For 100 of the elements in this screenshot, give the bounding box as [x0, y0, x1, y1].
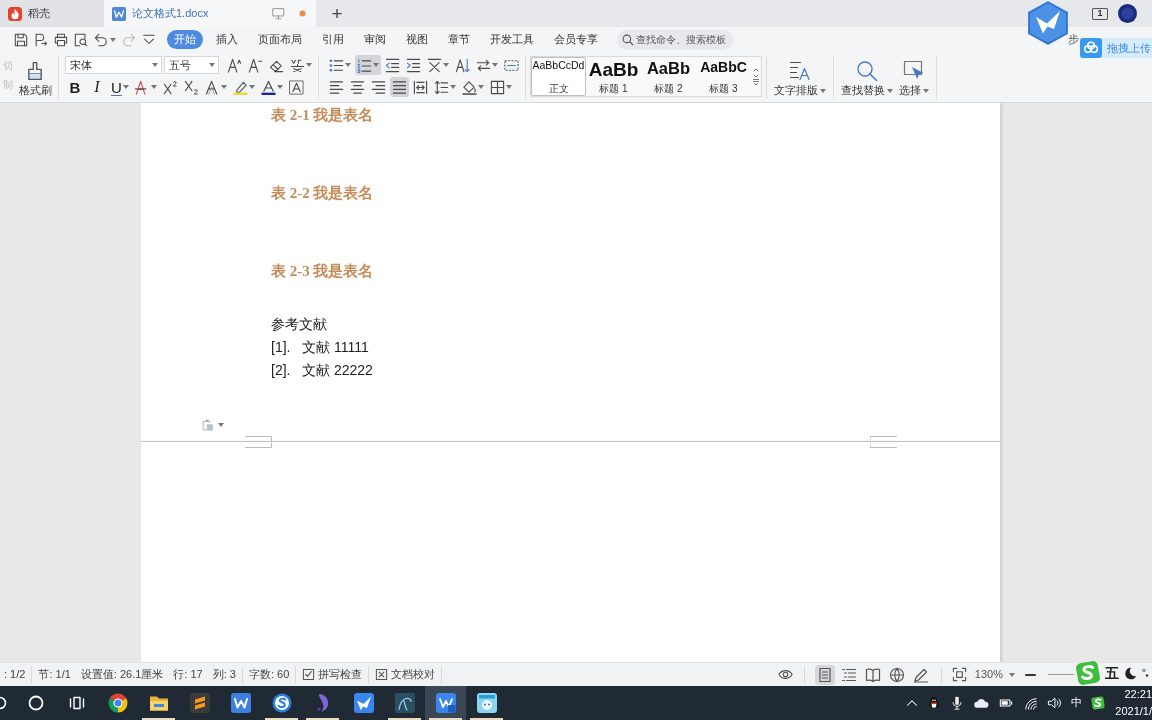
ring-icon[interactable]	[0, 695, 8, 711]
fit-page-icon[interactable]	[951, 667, 967, 682]
style-option[interactable]: AaBb 标题 2	[641, 57, 696, 96]
taskbar-button[interactable]	[425, 686, 466, 720]
caret-icon[interactable]	[478, 85, 484, 89]
status-field: : 1/2	[4, 667, 26, 682]
tool-label: 选择	[899, 85, 921, 96]
wifi-icon[interactable]	[1023, 696, 1038, 710]
clock-time[interactable]: 22:21	[1124, 688, 1152, 702]
caret-icon[interactable]	[492, 63, 498, 67]
curve-app-icon	[394, 693, 415, 713]
caret-icon[interactable]	[218, 423, 224, 427]
numbered-list-button[interactable]	[355, 55, 381, 75]
zoom-level-button[interactable]: 130%	[974, 669, 1015, 680]
caret-icon[interactable]	[122, 85, 129, 89]
minus-icon[interactable]	[1025, 672, 1036, 677]
status-field: 字数: 60	[248, 667, 290, 682]
bold-button[interactable]: B	[65, 77, 85, 97]
ribbon-tab[interactable]: 开发工具	[483, 30, 541, 49]
italic-button[interactable]: I	[87, 77, 107, 97]
ribbon-tab[interactable]: 章节	[441, 30, 477, 49]
grow-font-icon	[227, 57, 242, 73]
caret-icon[interactable]	[450, 85, 456, 89]
window-tab[interactable]: 稻壳	[0, 0, 104, 27]
pencil-icon	[912, 666, 929, 683]
moon-icon[interactable]	[1124, 666, 1137, 680]
pinyin-icon	[290, 57, 305, 73]
caret-icon[interactable]	[209, 63, 215, 67]
caret-icon[interactable]	[110, 37, 116, 42]
font-name-field[interactable]: 宋体	[65, 56, 162, 74]
spell-check-button[interactable]: 拼写检查	[302, 668, 363, 681]
window-tab[interactable]: 论文格式1.docx	[104, 0, 316, 27]
proofread-check-button[interactable]: 文档校对	[375, 668, 436, 681]
battery-icon[interactable]	[998, 696, 1014, 710]
table-caption: 表 2-1 我是表名	[271, 106, 375, 125]
export-icon[interactable]	[34, 32, 48, 47]
ribbon-tab[interactable]: 页面布局	[251, 30, 309, 49]
clock-date[interactable]: 2021/1/	[1115, 704, 1152, 718]
caret-icon[interactable]	[373, 63, 379, 67]
input-language[interactable]: 中	[1071, 696, 1082, 710]
ime-mode-button[interactable]: 五	[1105, 664, 1119, 682]
indent-icon	[406, 57, 421, 73]
select-button[interactable]: 选择	[896, 55, 932, 99]
cortana-icon[interactable]	[27, 695, 44, 711]
caret-icon[interactable]	[220, 85, 227, 89]
avatar-icon[interactable]	[1118, 4, 1137, 23]
style-option[interactable]: AaBb 标题 1	[586, 57, 641, 96]
ribbon-tab[interactable]: 视图	[399, 30, 435, 49]
caret-icon[interactable]	[276, 85, 283, 89]
style-option[interactable]: AaBbC 标题 3	[696, 57, 751, 96]
ribbon-tab[interactable]: 插入	[209, 30, 245, 49]
ribbon-tab[interactable]: 引用	[315, 30, 351, 49]
font-size-field[interactable]: 五号	[164, 56, 219, 74]
search-icon	[856, 60, 878, 83]
border-grid-icon	[490, 79, 505, 95]
text-layout-icon	[789, 60, 811, 83]
caret-icon[interactable]	[345, 63, 351, 67]
chevron-down-icon[interactable]	[142, 32, 156, 47]
text-layout-button[interactable]: 文字排版	[771, 55, 829, 99]
paint-bucket-icon	[462, 79, 477, 95]
undo-icon[interactable]	[94, 32, 108, 47]
gallery-scroll-icon[interactable]	[752, 67, 760, 86]
mic-icon[interactable]	[950, 696, 964, 710]
caret-icon[interactable]	[1009, 672, 1015, 677]
caret-icon[interactable]	[152, 63, 158, 67]
caret-icon[interactable]	[887, 88, 893, 93]
save-icon[interactable]	[14, 32, 28, 47]
window-count-button[interactable]: 1	[1092, 7, 1108, 20]
char-border-button[interactable]	[286, 77, 306, 97]
underline-button[interactable]: U	[109, 77, 131, 97]
caret-icon[interactable]	[248, 85, 255, 89]
caret-icon[interactable]	[820, 88, 826, 93]
sync-label[interactable]: 步	[1068, 32, 1079, 47]
justify-icon	[392, 79, 407, 95]
format-painter-button[interactable]: 格式刷	[16, 55, 54, 99]
find-replace-button[interactable]: 查找替换	[838, 55, 896, 99]
style-preview: AaBb	[588, 60, 639, 79]
ribbon-tab[interactable]: 会员专享	[547, 30, 605, 49]
style-option[interactable]: AaBbCcDd 正文	[531, 57, 586, 96]
eye-icon[interactable]	[776, 667, 794, 682]
speaker-icon[interactable]	[1047, 696, 1062, 710]
caret-icon[interactable]	[506, 85, 512, 89]
command-search-field[interactable]: 查找命令、搜索模板	[617, 29, 733, 50]
caret-icon[interactable]	[443, 63, 449, 67]
task-view-icon[interactable]	[68, 695, 85, 711]
new-tab-button[interactable]: +	[322, 0, 352, 27]
view-button[interactable]	[814, 664, 835, 685]
numbered-list-icon	[357, 57, 372, 73]
penguin-icon[interactable]	[927, 696, 941, 710]
align-left-icon	[329, 79, 344, 95]
caret-icon[interactable]	[923, 88, 929, 93]
ribbon-tab[interactable]: 审阅	[357, 30, 393, 49]
cloud-icon[interactable]	[973, 696, 989, 710]
s-logo-icon[interactable]	[1091, 696, 1105, 710]
caret-icon[interactable]	[306, 63, 312, 67]
caret-icon[interactable]	[150, 85, 157, 89]
printer-icon[interactable]	[54, 32, 68, 47]
print-preview-icon[interactable]	[74, 32, 88, 47]
page-view-icon	[816, 666, 833, 683]
justify-button[interactable]	[390, 77, 409, 97]
